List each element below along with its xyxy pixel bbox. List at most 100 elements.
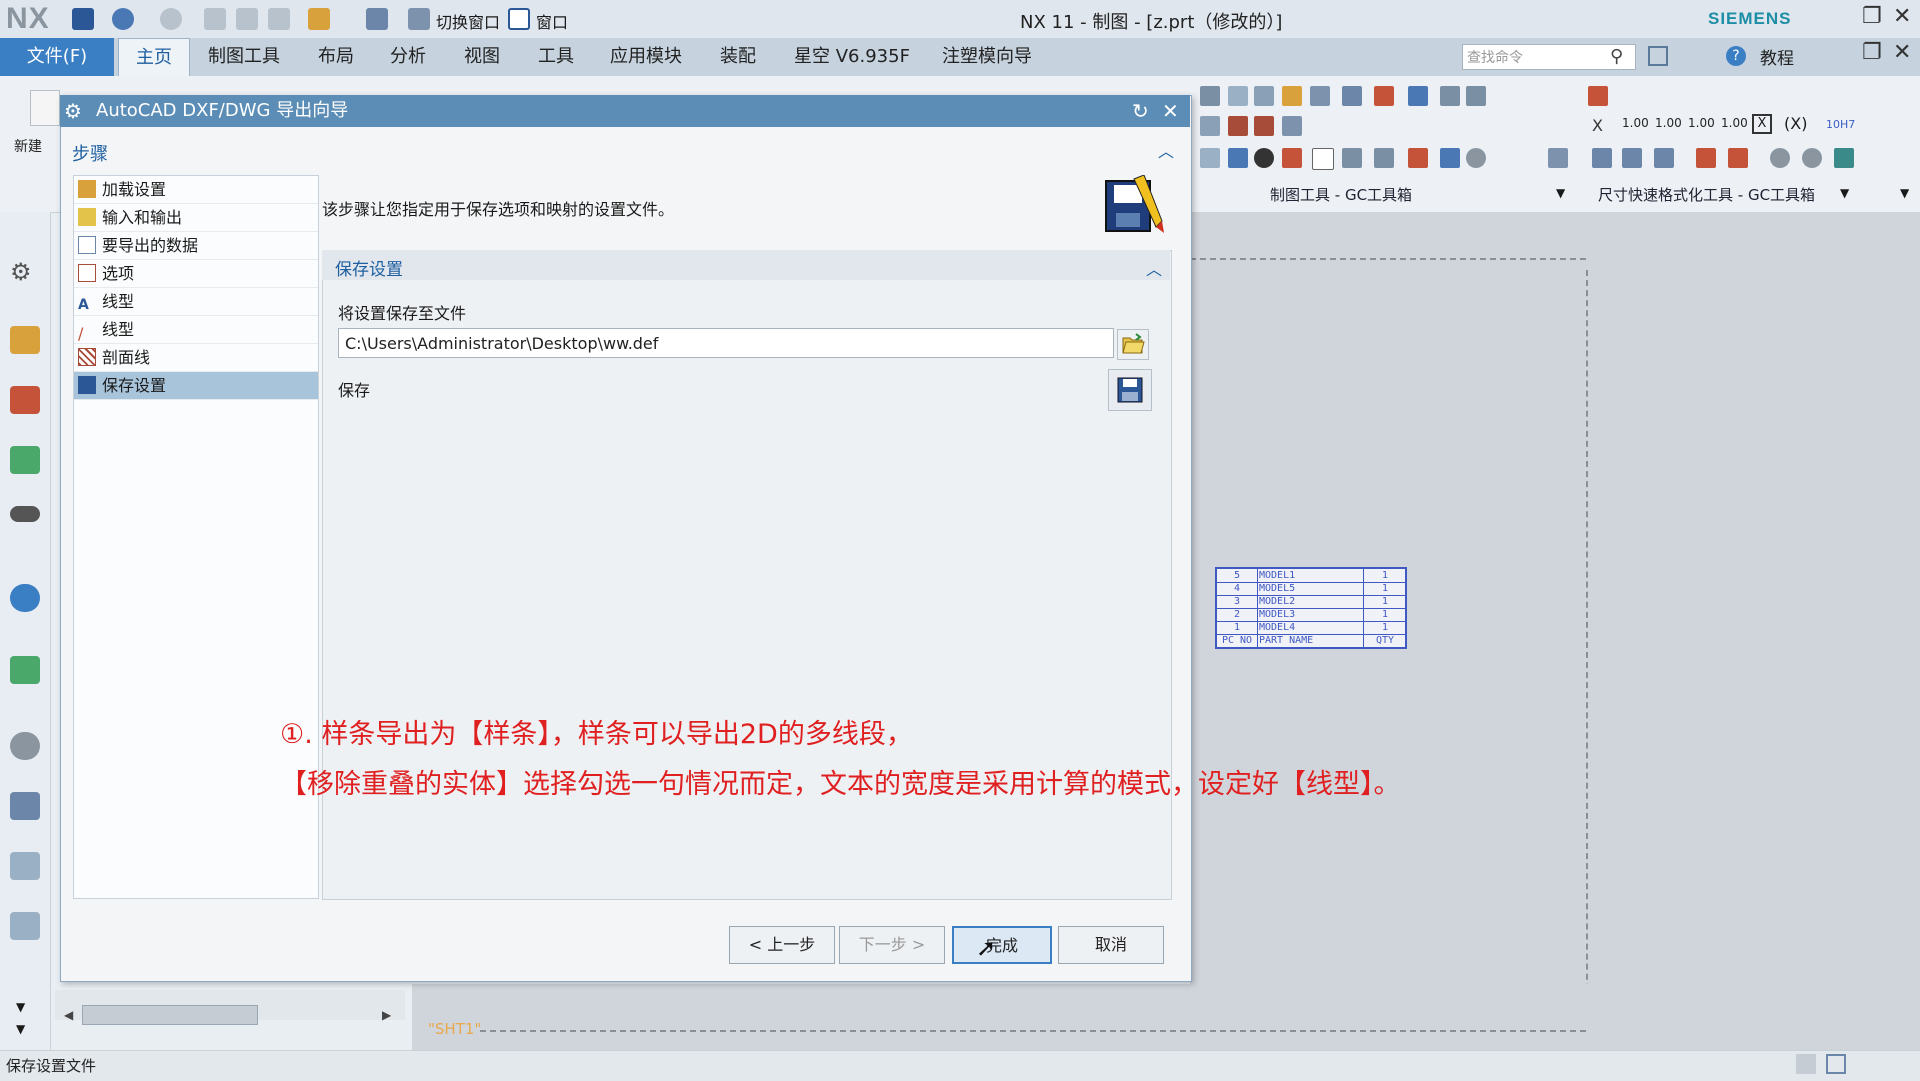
dim-format-label[interactable]: 1.00 — [1622, 116, 1649, 130]
info-icon[interactable] — [10, 584, 40, 612]
ribbon-tool-icon[interactable] — [1548, 148, 1568, 168]
copy-icon[interactable] — [236, 8, 258, 30]
step-linetype-text[interactable]: A 线型 — [74, 288, 318, 316]
ribbon-tool-icon[interactable] — [1282, 148, 1302, 168]
step-options[interactable]: 选项 — [74, 260, 318, 288]
tab-drafting-tools[interactable]: 制图工具 — [208, 38, 280, 76]
window-layout-icon[interactable] — [1648, 46, 1668, 66]
save-settings-button[interactable] — [1108, 369, 1152, 411]
close-icon[interactable]: ✕ — [1162, 95, 1179, 127]
ribbon-dim-tool-icon[interactable] — [1728, 148, 1748, 168]
chevron-down-icon[interactable]: ▼ — [1556, 186, 1565, 200]
tab-tools[interactable]: 工具 — [538, 38, 574, 76]
ribbon-tool-icon[interactable] — [1200, 148, 1220, 168]
ribbon-dim-tool-icon[interactable] — [1654, 148, 1674, 168]
ribbon-tool-icon[interactable] — [1374, 148, 1394, 168]
tab-view[interactable]: 视图 — [464, 38, 500, 76]
touch-mode-icon[interactable] — [366, 8, 388, 30]
ribbon-dim-tool-icon[interactable] — [1592, 148, 1612, 168]
box-dim-icon[interactable]: X — [1752, 114, 1772, 134]
ribbon-tool-icon[interactable] — [1254, 148, 1274, 168]
step-hatch[interactable]: 剖面线 — [74, 344, 318, 372]
step-linetype[interactable]: / 线型 — [74, 316, 318, 344]
ribbon-dim-tool-icon[interactable] — [1770, 148, 1790, 168]
ribbon-dim-tool-icon[interactable] — [1802, 148, 1822, 168]
step-input-output[interactable]: 输入和输出 — [74, 204, 318, 232]
ribbon-tool-icon[interactable] — [1310, 86, 1330, 106]
ribbon-tool-icon[interactable] — [1254, 116, 1274, 136]
ribbon-tool-icon[interactable] — [1200, 116, 1220, 136]
step-save-settings[interactable]: 保存设置 — [74, 372, 318, 400]
ribbon-tool-icon[interactable] — [1440, 86, 1460, 106]
chevron-down-icon[interactable]: ▼ — [16, 1000, 25, 1014]
tab-xingkong[interactable]: 星空 V6.935F — [794, 38, 910, 76]
chevron-down-icon[interactable]: ▼ — [16, 1022, 25, 1036]
history-clock-icon[interactable] — [10, 732, 40, 760]
cut-icon[interactable] — [204, 8, 226, 30]
web-browser-icon[interactable] — [10, 656, 40, 684]
ribbon-tool-icon[interactable] — [1342, 86, 1362, 106]
status-tool-icon[interactable] — [1796, 1054, 1816, 1074]
switch-window-icon[interactable] — [408, 8, 430, 30]
dim-format-label[interactable]: 1.00 — [1655, 116, 1682, 130]
help-icon[interactable]: ? — [1726, 46, 1746, 66]
ribbon-tool-icon[interactable] — [1466, 86, 1486, 106]
window-icon[interactable] — [508, 8, 530, 30]
ribbon-tool-icon[interactable] — [1342, 148, 1362, 168]
close-part-icon[interactable]: ✕ — [1893, 40, 1911, 65]
ribbon-tool-icon[interactable] — [1408, 86, 1428, 106]
ribbon-tool-icon[interactable] — [1282, 86, 1302, 106]
parts-list-table[interactable]: 5 MODEL1 1 4 MODEL5 1 3 MODEL2 1 2 MODEL… — [1215, 567, 1407, 649]
finish-button[interactable]: 完成 — [952, 926, 1052, 964]
redo-icon[interactable] — [160, 8, 182, 30]
close-window-icon[interactable]: ✕ — [1893, 4, 1911, 29]
ribbon-tool-icon[interactable] — [1254, 86, 1274, 106]
chevron-down-icon[interactable]: ▼ — [1900, 186, 1909, 200]
browse-button[interactable] — [1117, 329, 1149, 360]
drawing-canvas[interactable] — [412, 984, 1592, 1050]
ribbon-tool-icon[interactable] — [1408, 148, 1428, 168]
undo-icon[interactable] — [112, 8, 134, 30]
ribbon-tool-icon[interactable] — [1312, 148, 1334, 170]
tab-application[interactable]: 应用模块 — [610, 38, 682, 76]
scroll-right-icon[interactable]: ▶ — [382, 1008, 391, 1022]
collapse-icon[interactable]: ︿ — [1146, 256, 1162, 280]
reuse-library-icon[interactable] — [10, 446, 40, 474]
process-studio-icon[interactable] — [10, 792, 40, 820]
tutorial-link[interactable]: 教程 — [1760, 44, 1794, 69]
reset-icon[interactable]: ↻ — [1132, 95, 1149, 127]
settings-file-path-input[interactable] — [338, 328, 1114, 358]
chevron-down-icon[interactable]: ▼ — [1840, 186, 1849, 200]
eye-icon[interactable] — [10, 506, 40, 522]
dim-format-label[interactable]: 1.00 — [1721, 116, 1748, 130]
paste-icon[interactable] — [268, 8, 290, 30]
ribbon-dim-tool-icon[interactable] — [1622, 148, 1642, 168]
tolerance-label[interactable]: 10H7 — [1826, 118, 1855, 131]
ribbon-tool-icon[interactable] — [1228, 86, 1248, 106]
tab-analysis[interactable]: 分析 — [390, 38, 426, 76]
full-screen-icon[interactable] — [1826, 1054, 1846, 1074]
ribbon-dim-tool-icon[interactable] — [1696, 148, 1716, 168]
ribbon-tool-icon[interactable] — [1466, 148, 1486, 168]
gear-icon[interactable]: ⚙ — [10, 258, 32, 286]
ribbon-tool-icon[interactable] — [1374, 86, 1394, 106]
search-icon[interactable]: ⚲ — [1610, 46, 1623, 67]
part-navigator-icon[interactable] — [10, 386, 40, 414]
step-export-data[interactable]: 要导出的数据 — [74, 232, 318, 260]
scroll-thumb[interactable] — [82, 1005, 258, 1025]
delete-format-icon[interactable]: X — [1592, 116, 1603, 135]
ribbon-tool-icon[interactable] — [1200, 86, 1220, 106]
ribbon-dim-tool-icon[interactable] — [1588, 86, 1608, 106]
restore-window-icon[interactable]: ❐ — [1862, 4, 1882, 29]
ribbon-tool-icon[interactable] — [1228, 148, 1248, 168]
system-scene-icon[interactable] — [10, 912, 40, 940]
dialog-title-bar[interactable]: ⚙ AutoCAD DXF/DWG 导出向导 ↻ ✕ — [60, 95, 1190, 127]
step-load-settings[interactable]: 加载设置 — [74, 176, 318, 204]
window-menu-label[interactable]: 窗口 — [536, 9, 568, 33]
file-menu[interactable]: 文件(F) — [0, 38, 114, 76]
next-button[interactable]: 下一步 > — [839, 926, 945, 964]
save-icon[interactable] — [72, 8, 94, 30]
scroll-left-icon[interactable]: ◀ — [64, 1008, 73, 1022]
section-header[interactable] — [322, 250, 1170, 280]
ribbon-tool-icon[interactable] — [1228, 116, 1248, 136]
